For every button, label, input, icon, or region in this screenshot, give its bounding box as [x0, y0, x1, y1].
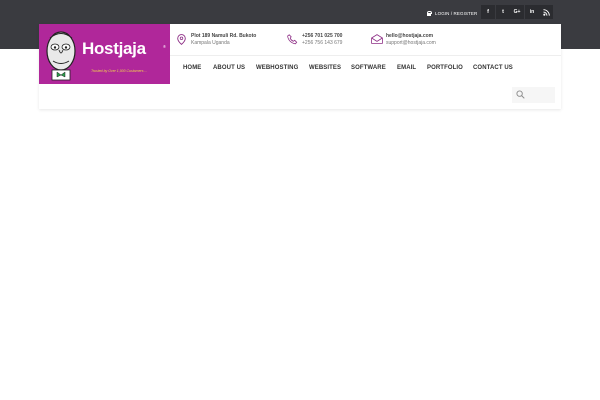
nav-item-home[interactable]: HOME	[183, 65, 201, 71]
address-line1: Plot 189 Namuli Rd. Bukoto	[191, 33, 257, 39]
email-line2[interactable]: support@hostjaja.com	[386, 40, 436, 47]
mascot-icon	[46, 31, 76, 81]
login-register-label: LOGIN / REGISTER	[435, 10, 478, 16]
google-plus-icon[interactable]: G+	[510, 5, 524, 19]
login-register-link[interactable]: LOGIN / REGISTER	[426, 8, 477, 18]
header-divider	[170, 55, 561, 56]
nav-item-contact-us[interactable]: CONTACT US	[473, 65, 513, 71]
nav-item-about-us[interactable]: ABOUT US	[213, 65, 245, 71]
address-line2: Kampala Uganda	[191, 40, 230, 46]
twitter-icon[interactable]: t	[496, 5, 510, 19]
facebook-icon[interactable]: f	[481, 5, 495, 19]
site-logo[interactable]: Hostjaja ® Trusted by Over 1,000 Custome…	[39, 24, 170, 84]
registered-mark: ®	[163, 44, 166, 49]
email-info: hello@hostjaja.com support@hostjaja.com	[386, 33, 436, 47]
address-info: Plot 189 Namuli Rd. Bukoto Kampala Ugand…	[191, 33, 256, 47]
nav-item-email[interactable]: EMAIL	[397, 65, 416, 71]
logo-tagline: Trusted by Over 1,000 Customers ...	[91, 69, 148, 73]
envelope-icon	[371, 34, 383, 44]
email-line1[interactable]: hello@hostjaja.com	[386, 33, 436, 40]
nav-item-websites[interactable]: WEBSITES	[309, 65, 341, 71]
phone-line1[interactable]: +256 701 025 700	[302, 33, 342, 40]
nav-item-software[interactable]: SOFTWARE	[351, 65, 386, 71]
location-pin-icon	[177, 34, 186, 45]
search-icon[interactable]	[516, 90, 525, 99]
phone-icon	[287, 34, 298, 45]
phone-info: +256 701 025 700 +256 756 143 679	[302, 33, 342, 47]
phone-line2[interactable]: +256 756 143 679	[302, 40, 342, 47]
nav-item-portfolio[interactable]: PORTFOLIO	[427, 65, 463, 71]
lock-icon	[426, 10, 432, 16]
rss-icon[interactable]	[539, 5, 553, 19]
logo-wordmark: Hostjaja	[82, 39, 146, 58]
nav-item-webhosting[interactable]: WEBHOSTING	[256, 65, 298, 71]
linkedin-icon[interactable]: in	[525, 5, 539, 19]
